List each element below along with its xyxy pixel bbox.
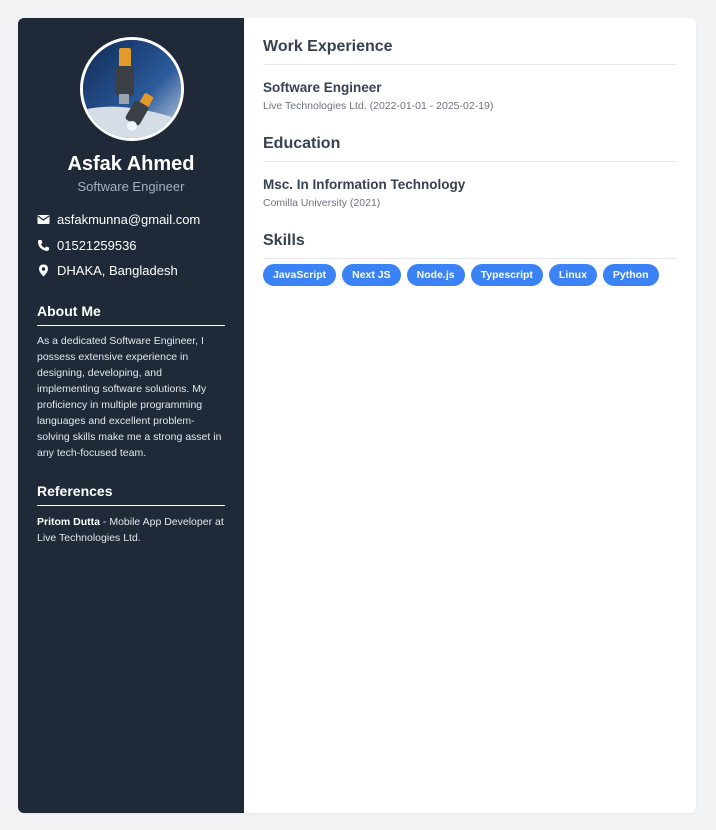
reference-item: Pritom Dutta - Mobile App Developer at L… xyxy=(37,514,229,546)
skills-heading: Skills xyxy=(263,232,677,259)
education-degree: Msc. In Information Technology xyxy=(263,177,466,192)
profile-photo-icon xyxy=(83,40,181,138)
location-text: DHAKA, Bangladesh xyxy=(57,262,178,278)
skills-list: JavaScript Next JS Node.js Typescript Li… xyxy=(263,264,665,286)
phone-icon xyxy=(37,239,50,252)
avatar xyxy=(80,37,184,141)
skill-tag: JavaScript xyxy=(263,264,337,286)
map-pin-icon xyxy=(37,264,50,277)
reference-name: Pritom Dutta xyxy=(37,516,100,528)
envelope-icon xyxy=(37,213,50,226)
skill-tag: Python xyxy=(602,264,659,286)
email-text: asfakmunna@gmail.com xyxy=(57,211,201,227)
education-heading: Education xyxy=(263,135,677,162)
contact-location: DHAKA, Bangladesh xyxy=(37,261,178,279)
about-heading: About Me xyxy=(37,303,225,326)
education-meta: Comilla University (2021) xyxy=(263,197,381,209)
profile-name: Asfak Ahmed xyxy=(67,153,195,175)
work-position: Software Engineer xyxy=(263,80,382,95)
about-text: As a dedicated Software Engineer, I poss… xyxy=(37,335,222,459)
profile-role: Software Engineer xyxy=(77,179,185,194)
skill-tag: Typescript xyxy=(470,264,543,286)
main-content: Work Experience Software Engineer Live T… xyxy=(263,18,677,813)
skill-tag: Linux xyxy=(548,264,597,286)
phone-text: 01521259536 xyxy=(57,237,137,253)
references-heading: References xyxy=(37,483,225,506)
work-heading: Work Experience xyxy=(263,38,677,65)
skill-tag: Next JS xyxy=(342,264,401,286)
sidebar: Asfak Ahmed Software Engineer asfakmunna… xyxy=(18,18,244,813)
work-meta: Live Technologies Ltd. (2022-01-01 - 202… xyxy=(263,100,494,112)
skill-tag: Node.js xyxy=(406,264,465,286)
contact-email[interactable]: asfakmunna@gmail.com xyxy=(37,210,200,228)
resume-card: Asfak Ahmed Software Engineer asfakmunna… xyxy=(18,18,696,813)
contact-phone[interactable]: 01521259536 xyxy=(37,236,137,254)
